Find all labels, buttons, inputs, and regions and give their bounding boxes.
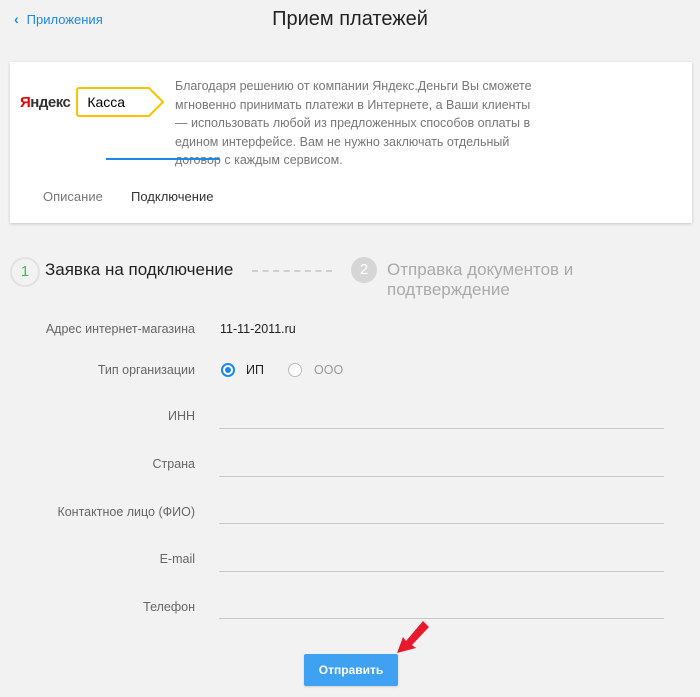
step-divider (252, 270, 332, 272)
active-tab-indicator (106, 158, 219, 160)
logo-kassa-text: Касса (76, 87, 136, 117)
country-label: Страна (152, 457, 195, 471)
radio-ooo-label[interactable]: ООО (314, 363, 343, 377)
country-input[interactable] (219, 476, 664, 477)
submit-button[interactable]: Отправить (304, 654, 398, 686)
app-card: Яндекс Касса Благодаря решению от компан… (10, 62, 692, 223)
tab-description[interactable]: Описание (43, 189, 103, 204)
logo-yandex-text: Яндекс (20, 93, 71, 111)
app-description: Благодаря решению от компании Яндекс.Ден… (175, 79, 532, 167)
page-title: Прием платежей (272, 8, 428, 30)
step-2-label: Отправка документов и подтверждение (387, 260, 574, 299)
red-arrow-icon (397, 621, 429, 653)
tab-connection[interactable]: Подключение (131, 189, 213, 204)
radio-ip[interactable] (221, 363, 235, 377)
phone-input[interactable] (219, 618, 664, 619)
email-label: E-mail (159, 552, 195, 566)
step-1-label: Заявка на подключение (45, 260, 234, 279)
logo-frame-tip (135, 87, 165, 117)
shop-address-value: 11-11-2011.ru (220, 322, 296, 336)
shop-address-label: Адрес интернет-магазина (45, 322, 195, 336)
contact-person-input[interactable] (219, 523, 664, 524)
phone-label: Телефон (143, 600, 195, 614)
step-2-number: 2 (351, 257, 377, 283)
email-input[interactable] (219, 571, 664, 572)
org-type-label: Тип организации (97, 363, 195, 377)
contact-person-label: Контактное лицо (ФИО) (57, 505, 195, 519)
radio-ip-label[interactable]: ИП (246, 363, 264, 377)
inn-label: ИНН (167, 409, 195, 423)
yandex-kassa-logo: Яндекс Касса (20, 87, 165, 117)
step-1-number: 1 (10, 257, 40, 287)
radio-ooo[interactable] (288, 363, 302, 377)
inn-input[interactable] (219, 428, 664, 429)
